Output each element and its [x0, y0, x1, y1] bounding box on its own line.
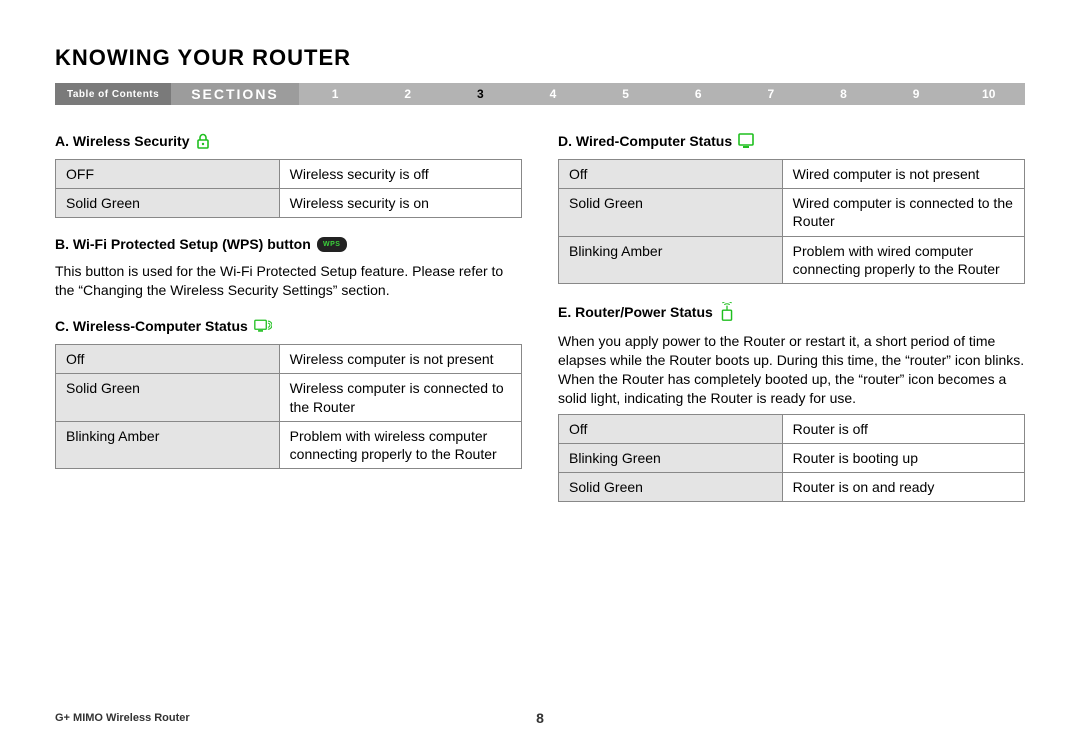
heading-d-text: D. Wired-Computer Status: [558, 133, 732, 149]
cell-state: Solid Green: [559, 472, 783, 501]
cell-state: Off: [56, 345, 280, 374]
table-wireless-computer: Off Wireless computer is not present Sol…: [55, 344, 522, 469]
cell-desc: Problem with wired computer connecting p…: [782, 236, 1024, 283]
cell-desc: Wired computer is not present: [782, 160, 1024, 189]
cell-state: Solid Green: [559, 189, 783, 236]
nav-section-numbers: 1 2 3 4 5 6 7 8 9 10: [299, 83, 1025, 105]
nav-section-4[interactable]: 4: [517, 87, 590, 101]
heading-wps: B. Wi-Fi Protected Setup (WPS) button WP…: [55, 236, 522, 252]
table-row: Solid Green Wireless security is on: [56, 189, 522, 218]
table-row: Blinking Amber Problem with wireless com…: [56, 421, 522, 468]
cell-state: Blinking Amber: [56, 421, 280, 468]
nav-section-2[interactable]: 2: [371, 87, 444, 101]
cell-desc: Router is on and ready: [782, 472, 1024, 501]
table-row: Solid Green Wired computer is connected …: [559, 189, 1025, 236]
nav-section-5[interactable]: 5: [589, 87, 662, 101]
cell-desc: Wireless security is on: [279, 189, 521, 218]
table-wired-computer: Off Wired computer is not present Solid …: [558, 159, 1025, 284]
nav-section-3[interactable]: 3: [444, 87, 517, 101]
page-title: KNOWING YOUR ROUTER: [55, 45, 1025, 71]
heading-b-text: B. Wi-Fi Protected Setup (WPS) button: [55, 236, 311, 252]
cell-desc: Problem with wireless computer connectin…: [279, 421, 521, 468]
table-row: Off Wired computer is not present: [559, 160, 1025, 189]
wps-button-icon: WPS: [317, 237, 347, 252]
router-icon: [719, 302, 735, 322]
heading-wired-computer: D. Wired-Computer Status: [558, 133, 1025, 149]
cell-state: Solid Green: [56, 189, 280, 218]
page-number: 8: [55, 710, 1025, 726]
heading-c-text: C. Wireless-Computer Status: [55, 318, 248, 334]
nav-sections-label: SECTIONS: [171, 83, 299, 105]
left-column: A. Wireless Security OFF Wireless securi…: [55, 133, 522, 502]
nav-section-7[interactable]: 7: [735, 87, 808, 101]
heading-wireless-security: A. Wireless Security: [55, 133, 522, 149]
cell-state: Blinking Amber: [559, 236, 783, 283]
table-row: Off Router is off: [559, 414, 1025, 443]
table-router-power: Off Router is off Blinking Green Router …: [558, 414, 1025, 503]
heading-router-power: E. Router/Power Status: [558, 302, 1025, 322]
cell-desc: Router is off: [782, 414, 1024, 443]
lock-icon: [196, 133, 210, 149]
router-power-description: When you apply power to the Router or re…: [558, 332, 1025, 408]
heading-wireless-computer: C. Wireless-Computer Status: [55, 318, 522, 334]
nav-section-6[interactable]: 6: [662, 87, 735, 101]
nav-section-10[interactable]: 10: [952, 87, 1025, 101]
table-wireless-security: OFF Wireless security is off Solid Green…: [55, 159, 522, 218]
wireless-computer-icon: [254, 318, 272, 334]
cell-state: Off: [559, 160, 783, 189]
page-footer: G+ MIMO Wireless Router 8: [55, 712, 1025, 724]
cell-state: Blinking Green: [559, 443, 783, 472]
cell-state: OFF: [56, 160, 280, 189]
table-row: Blinking Amber Problem with wired comput…: [559, 236, 1025, 283]
cell-desc: Wireless computer is connected to the Ro…: [279, 374, 521, 421]
table-row: Off Wireless computer is not present: [56, 345, 522, 374]
nav-section-8[interactable]: 8: [807, 87, 880, 101]
right-column: D. Wired-Computer Status Off Wired compu…: [558, 133, 1025, 502]
table-row: Solid Green Wireless computer is connect…: [56, 374, 522, 421]
nav-toc-link[interactable]: Table of Contents: [55, 83, 171, 105]
nav-section-9[interactable]: 9: [880, 87, 953, 101]
wps-description: This button is used for the Wi-Fi Protec…: [55, 262, 522, 300]
cell-state: Off: [559, 414, 783, 443]
table-row: Solid Green Router is on and ready: [559, 472, 1025, 501]
cell-desc: Wireless computer is not present: [279, 345, 521, 374]
table-row: OFF Wireless security is off: [56, 160, 522, 189]
wired-computer-icon: [738, 133, 756, 149]
section-navbar: Table of Contents SECTIONS 1 2 3 4 5 6 7…: [55, 83, 1025, 105]
cell-desc: Router is booting up: [782, 443, 1024, 472]
nav-section-1[interactable]: 1: [299, 87, 372, 101]
table-row: Blinking Green Router is booting up: [559, 443, 1025, 472]
cell-desc: Wired computer is connected to the Route…: [782, 189, 1024, 236]
heading-e-text: E. Router/Power Status: [558, 304, 713, 320]
cell-state: Solid Green: [56, 374, 280, 421]
cell-desc: Wireless security is off: [279, 160, 521, 189]
heading-a-text: A. Wireless Security: [55, 133, 190, 149]
